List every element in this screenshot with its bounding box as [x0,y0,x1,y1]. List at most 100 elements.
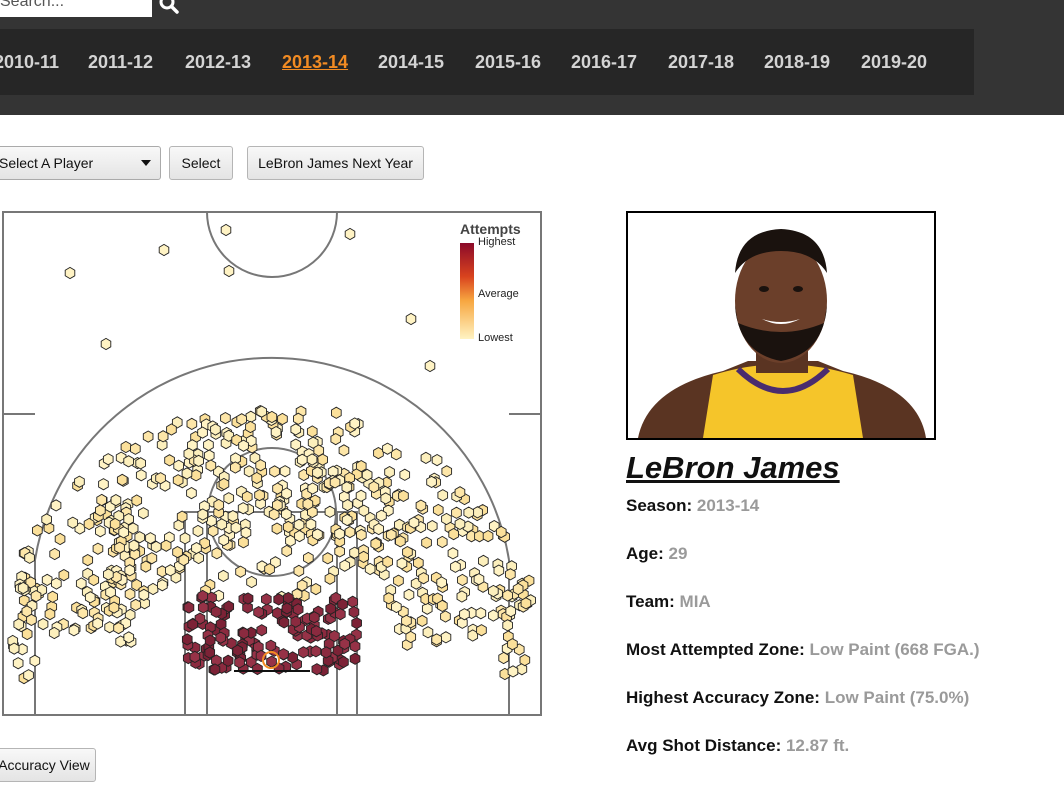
shot-hex [242,592,254,605]
shot-hex [17,581,29,595]
season-label: Season: [626,496,693,515]
shot-hex [399,468,411,481]
shot-hex [364,562,376,576]
search-input[interactable] [0,0,152,17]
shot-hex [236,413,247,426]
shot-hex [281,544,293,558]
next-year-button[interactable]: LeBron James Next Year [247,146,424,180]
season-tab-2011-12[interactable]: 2011-12 [88,29,153,95]
accuracy-view-button[interactable]: Accuracy View [0,748,96,782]
shot-hex [432,503,444,517]
shot-hex [341,481,353,494]
shot-hex [220,223,232,237]
season-tab-2014-15[interactable]: 2014-15 [378,29,444,95]
player-name-link[interactable]: LeBron James [626,450,840,486]
shot-hex [405,630,417,644]
avg-dist-label: Avg Shot Distance: [626,736,782,755]
shot-hex [12,657,24,670]
shot-hex [32,524,43,537]
player-select-value: Select A Player [0,155,94,171]
shot-hex [281,487,292,500]
shot-hex [426,475,437,489]
shot-hex [234,656,245,669]
shot-hex [376,509,387,522]
season-tab-2010-11[interactable]: 2010-11 [0,29,59,95]
shot-hex [130,598,142,612]
shot-hex [269,465,280,478]
shot-hex [441,512,452,526]
shot-hex [290,615,301,628]
shot-hex [41,573,53,587]
shot-hex [421,536,432,549]
shot-hex [227,509,239,523]
shot-hex [384,465,395,479]
shot-hex [311,663,323,676]
shot-hex [124,587,136,601]
season-tab-2016-17[interactable]: 2016-17 [571,29,637,95]
shot-hex [92,617,103,630]
most-zone-value: Low Paint (668 FGA.) [809,640,980,659]
season-tab-2017-18[interactable]: 2017-18 [668,29,734,95]
shot-hex [373,446,384,460]
shot-hex [64,266,76,280]
shot-hex [270,425,282,439]
shot-hex [13,618,25,631]
shot-hex [459,608,470,621]
shot-hex [283,591,294,605]
shot-hex [382,555,393,568]
season-tab-2015-16[interactable]: 2015-16 [475,29,541,95]
shot-hex [290,438,302,451]
shot-hex [278,648,289,661]
select-button[interactable]: Select [169,146,233,180]
shot-hex [431,453,443,467]
shot-hex [245,410,257,423]
shot-hex [488,609,499,622]
shot-hex [179,532,191,545]
shot-hex [391,600,402,614]
shot-hex [368,480,380,494]
shot-hex [358,504,370,517]
legend-title: Attempts [460,221,521,237]
shot-hex [251,471,263,485]
shot-hex [331,406,342,419]
shot-hex [290,423,302,436]
shot-hex [282,520,294,534]
shot-hex [75,577,87,590]
shot-hex [230,521,242,534]
shot-hex [472,506,483,519]
player-select-dropdown[interactable]: Select A Player [0,146,161,180]
shot-hex [197,601,209,614]
season-tab-2012-13[interactable]: 2012-13 [185,29,251,95]
shot-hex [312,528,323,541]
season-tab-2019-20[interactable]: 2019-20 [861,29,927,95]
search-icon[interactable] [158,0,182,16]
season-tab-2013-14[interactable]: 2013-14 [282,29,348,95]
shot-hex [437,599,448,613]
shot-hex [293,518,305,531]
shot-hex [413,556,424,570]
shot-hex [113,621,124,635]
shot-hex [238,627,250,640]
shot-hex [502,589,513,602]
shot-hex [100,337,112,351]
shot-hex [478,554,489,568]
accuracy-zone-row: Highest Accuracy Zone: Low Paint (75.0%) [626,688,969,708]
shot-hex [246,575,257,589]
top-header-bar: 2010-11 2011-12 2012-13 2013-14 2014-15 2015-… [0,0,1064,115]
chevron-down-icon [141,160,151,166]
shot-hex [349,652,361,665]
shot-hex [104,621,115,634]
shot-hex [255,459,266,472]
shot-hex [191,541,202,555]
shot-hex [277,412,288,426]
shot-hex [209,663,221,676]
shot-hex [256,624,268,637]
season-tab-2018-19[interactable]: 2018-19 [764,29,830,95]
shot-hex [157,579,168,592]
shot-hex [241,490,253,503]
shot-hex [272,482,283,495]
shot-hex [473,573,485,586]
accuracy-zone-label: Highest Accuracy Zone: [626,688,820,707]
shot-hex [334,527,345,540]
shot-hex [424,359,436,373]
